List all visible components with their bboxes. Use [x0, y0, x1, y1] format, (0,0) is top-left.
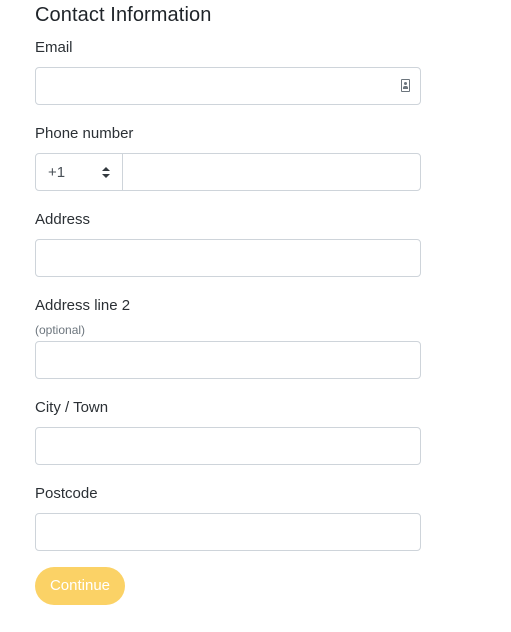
email-field-wrapper [35, 67, 421, 105]
address-label: Address [35, 211, 91, 228]
form-title: Contact Information [35, 4, 212, 26]
email-input[interactable] [35, 67, 421, 105]
postcode-label: Postcode [35, 485, 98, 502]
address2-hint: (optional) [35, 323, 86, 337]
country-code-select[interactable]: +1 [36, 154, 123, 190]
email-label: Email [35, 39, 73, 56]
continue-button[interactable]: Continue [35, 567, 125, 605]
contact-card-icon[interactable] [401, 79, 410, 92]
city-label: City / Town [35, 399, 109, 416]
city-input[interactable] [35, 427, 421, 465]
address2-label: Address line 2 [35, 297, 131, 314]
phone-input-group: +1 [35, 153, 421, 191]
address2-input[interactable] [35, 341, 421, 379]
phone-input[interactable] [123, 154, 420, 190]
sort-icon [102, 167, 110, 178]
postcode-input[interactable] [35, 513, 421, 551]
address-input[interactable] [35, 239, 421, 277]
country-code-value: +1 [48, 164, 66, 181]
phone-label: Phone number [35, 125, 134, 142]
